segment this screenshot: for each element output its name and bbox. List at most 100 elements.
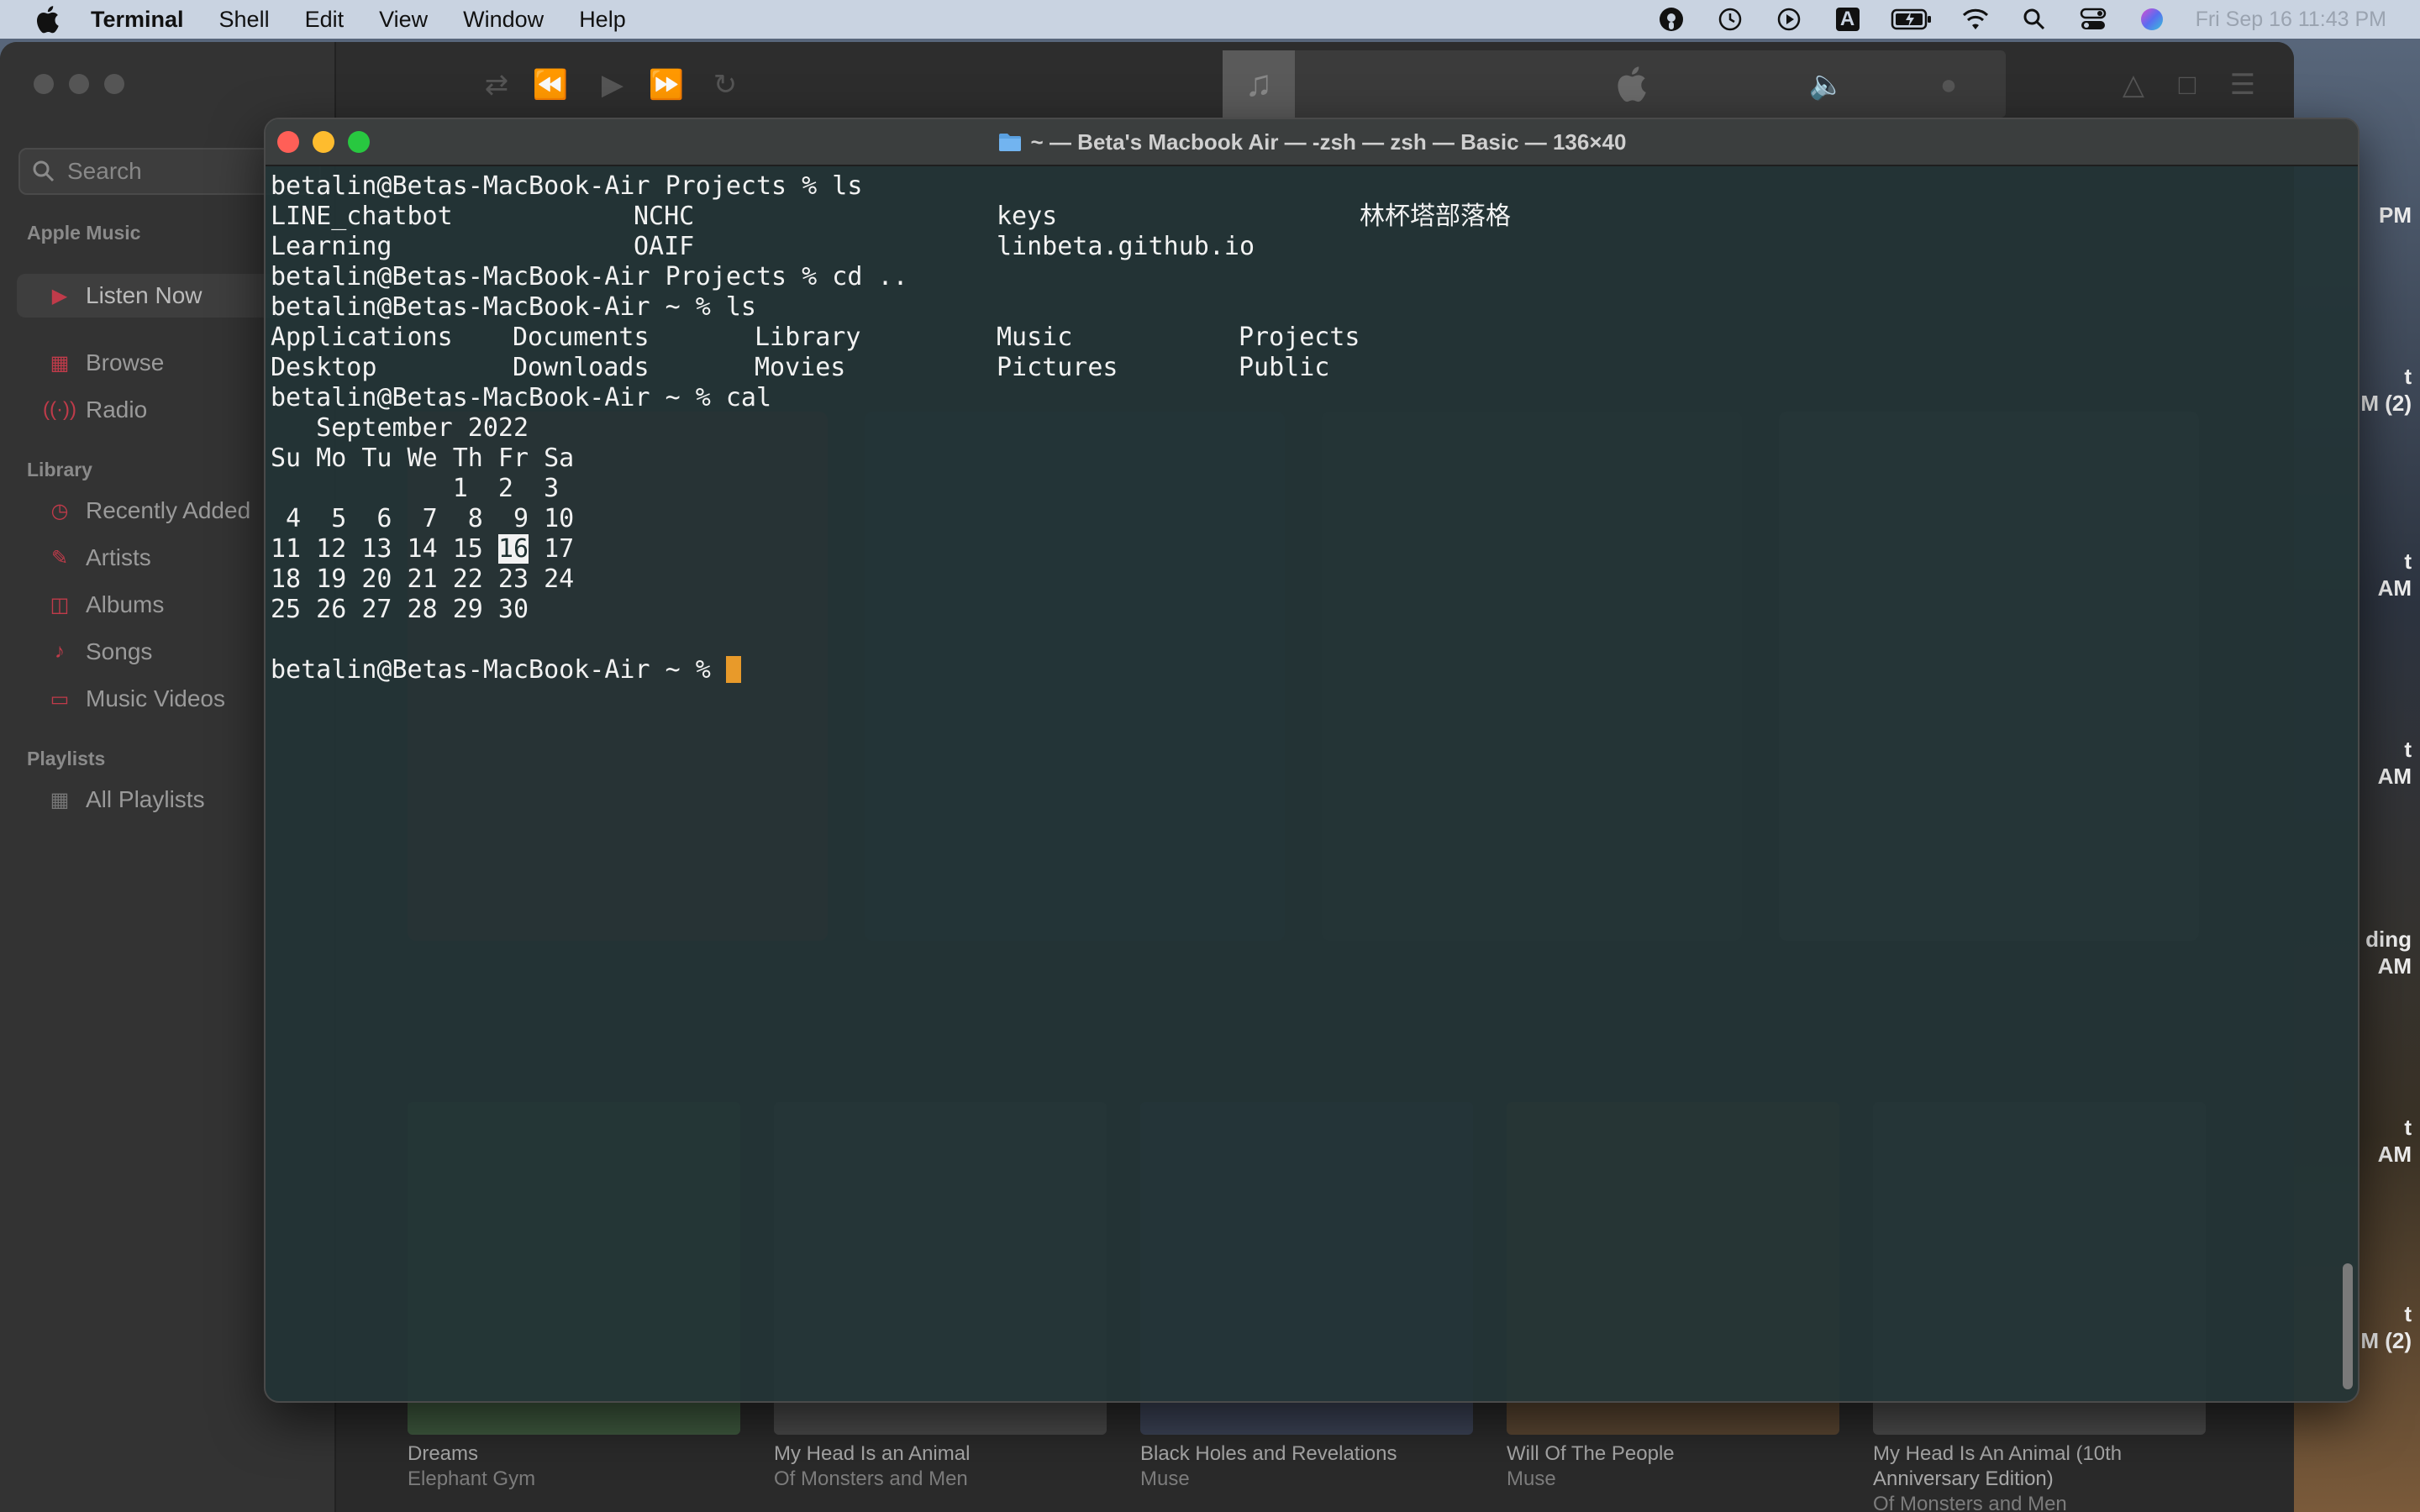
music-toolbar: ⇄ ⏪ ▶ ⏩ ↻ ♫ 🔈 ● △ □ ☰ — [336, 42, 2294, 126]
spotlight-icon[interactable] — [2018, 3, 2051, 36]
prompt-text: betalin@Betas-MacBook-Air ~ % — [271, 655, 726, 685]
wifi-icon[interactable] — [1959, 3, 1992, 36]
scrollbar[interactable] — [2338, 171, 2354, 1396]
ls-entry: Pictures — [997, 353, 1118, 382]
terminal-line: betalin@Betas-MacBook-Air ~ % cal — [271, 383, 772, 412]
minimize-button[interactable] — [313, 131, 334, 153]
sidebar-item-music-videos[interactable]: ▭ Music Videos — [47, 685, 225, 712]
microphone-icon: ✎ — [50, 546, 69, 570]
ls-entry: Desktop — [271, 353, 377, 382]
lyrics-icon[interactable]: □ — [2171, 69, 2203, 101]
search-placeholder: Search — [67, 158, 142, 184]
scrollbar-thumb[interactable] — [2343, 1263, 2353, 1389]
sidebar-item-label: Albums — [86, 591, 165, 617]
apple-menu-icon[interactable] — [30, 3, 64, 36]
recent-caption[interactable]: My Head Is An Animal (10th Anniversary E… — [1873, 1441, 2159, 1512]
menu-shell[interactable]: Shell — [219, 7, 270, 33]
zoom-button[interactable] — [348, 131, 370, 153]
previous-icon[interactable]: ⏪ — [533, 69, 568, 101]
recent-title: Black Holes and Revelations — [1140, 1442, 1397, 1465]
close-button[interactable] — [277, 131, 299, 153]
shuffle-icon[interactable]: ⇄ — [481, 69, 513, 101]
recent-caption[interactable]: Black Holes and Revelations Muse — [1140, 1441, 1507, 1512]
ls-entry: LINE_chatbot — [271, 202, 453, 231]
ls-entry: Music — [997, 323, 1073, 352]
terminal-line: betalin@Betas-MacBook-Air ~ % ls — [271, 292, 756, 322]
close-button[interactable] — [34, 74, 54, 94]
repeat-icon[interactable]: ↻ — [709, 69, 741, 101]
ls-output-row: Learning OAIF linbeta.github.io — [271, 232, 2333, 262]
sidebar-item-albums[interactable]: ◫ Albums — [47, 591, 165, 618]
calendar-title: September 2022 — [271, 413, 529, 443]
music-note-icon: ♫ — [1223, 50, 1295, 118]
menu-view[interactable]: View — [379, 7, 428, 33]
sidebar-item-browse[interactable]: ▦ Browse — [47, 349, 165, 376]
ls-entry: Projects — [1239, 323, 1360, 352]
play-icon[interactable] — [1772, 3, 1806, 36]
recent-artist: Muse — [1140, 1467, 1190, 1490]
time-machine-icon[interactable] — [1713, 3, 1747, 36]
ls-entry: Movies — [755, 353, 846, 382]
recent-artist: Of Monsters and Men — [774, 1467, 968, 1490]
sidebar-item-all-playlists[interactable]: ▦ All Playlists — [47, 786, 205, 813]
minimize-button[interactable] — [69, 74, 89, 94]
sidebar-item-label: All Playlists — [86, 786, 205, 812]
ls-output-row: Applications Documents Library Music Pro… — [271, 323, 2333, 353]
ls-entry: Applications — [271, 323, 453, 352]
ls-entry: Documents — [513, 323, 650, 352]
sidebar-item-artists[interactable]: ✎ Artists — [47, 544, 151, 571]
prompt-line[interactable]: betalin@Betas-MacBook-Air ~ % — [271, 655, 2333, 685]
control-center-icon[interactable] — [2076, 3, 2110, 36]
input-source-icon[interactable]: A — [1831, 3, 1865, 36]
menu-bar: Terminal Shell Edit View Window Help A F… — [0, 0, 2420, 39]
calendar-week: 1 2 3 — [271, 474, 560, 503]
zoom-button[interactable] — [104, 74, 124, 94]
terminal-output[interactable]: betalin@Betas-MacBook-Air Projects % ls … — [271, 171, 2333, 1396]
sidebar-item-radio[interactable]: ((·)) Radio — [43, 396, 148, 423]
now-playing-display: ♫ — [1223, 50, 2006, 118]
menu-window[interactable]: Window — [463, 7, 544, 33]
search-icon — [33, 160, 55, 182]
siri-icon[interactable] — [2135, 3, 2169, 36]
ls-entry: keys — [997, 202, 1058, 231]
battery-icon[interactable] — [1890, 3, 1933, 36]
menu-edit[interactable]: Edit — [305, 7, 345, 33]
apple-logo-icon — [1614, 66, 1651, 102]
recent-caption[interactable]: Will Of The People Muse — [1507, 1441, 1873, 1512]
queue-icon[interactable]: ☰ — [2227, 69, 2259, 101]
next-icon[interactable]: ⏩ — [649, 69, 684, 101]
sidebar-item-label: Recently Added — [86, 497, 251, 523]
calendar-week: 4 5 6 7 8 9 10 — [271, 504, 575, 533]
recent-artist: Of Monsters and Men — [1873, 1493, 2067, 1512]
sidebar-item-recently-added[interactable]: ◷ Recently Added — [47, 497, 251, 524]
sidebar-item-songs[interactable]: ♪ Songs — [47, 638, 152, 665]
recent-caption[interactable]: Dreams Elephant Gym — [408, 1441, 774, 1512]
ls-entry: Downloads — [513, 353, 650, 382]
terminal-window[interactable]: ~ — Beta's Macbook Air — -zsh — zsh — Ba… — [264, 118, 2360, 1403]
calendar-days: 11 12 13 14 15 — [271, 534, 498, 564]
input-source-label: A — [1839, 8, 1855, 30]
play-button-icon[interactable]: ▶ — [597, 69, 629, 101]
section-library: Library — [27, 459, 92, 480]
status-area: A Fri Sep 16 11:43 PM — [1629, 0, 2420, 39]
calendar-week: 25 26 27 28 29 30 — [271, 595, 529, 624]
terminal-titlebar[interactable]: ~ — Beta's Macbook Air — -zsh — zsh — Ba… — [266, 119, 2358, 166]
recent-title: My Head Is An Animal (10th Anniversary E… — [1873, 1442, 2123, 1490]
airplay-icon[interactable]: △ — [2118, 69, 2149, 101]
sidebar-item-label: Music Videos — [86, 685, 226, 711]
window-title-text: ~ — Beta's Macbook Air — -zsh — zsh — Ba… — [1030, 129, 1627, 155]
recent-caption[interactable]: My Head Is an Animal Of Monsters and Men — [774, 1441, 1140, 1512]
podcast-icon[interactable] — [1655, 3, 1688, 36]
sidebar-item-listen-now[interactable]: ▶ Listen Now — [17, 274, 302, 318]
terminal-line: betalin@Betas-MacBook-Air Projects % cd … — [271, 262, 908, 291]
window-title: ~ — Beta's Macbook Air — -zsh — zsh — Ba… — [997, 129, 1627, 155]
menubar-clock[interactable]: Fri Sep 16 11:43 PM — [2196, 8, 2386, 32]
recent-title: Will Of The People — [1507, 1442, 1675, 1465]
menu-help[interactable]: Help — [579, 7, 626, 33]
ls-entry: Learning — [271, 232, 392, 261]
menu-terminal[interactable]: Terminal — [91, 7, 184, 33]
sidebar-item-label: Radio — [86, 396, 148, 423]
folder-icon — [998, 134, 1021, 151]
volume-slider[interactable]: ● — [1933, 69, 1965, 101]
